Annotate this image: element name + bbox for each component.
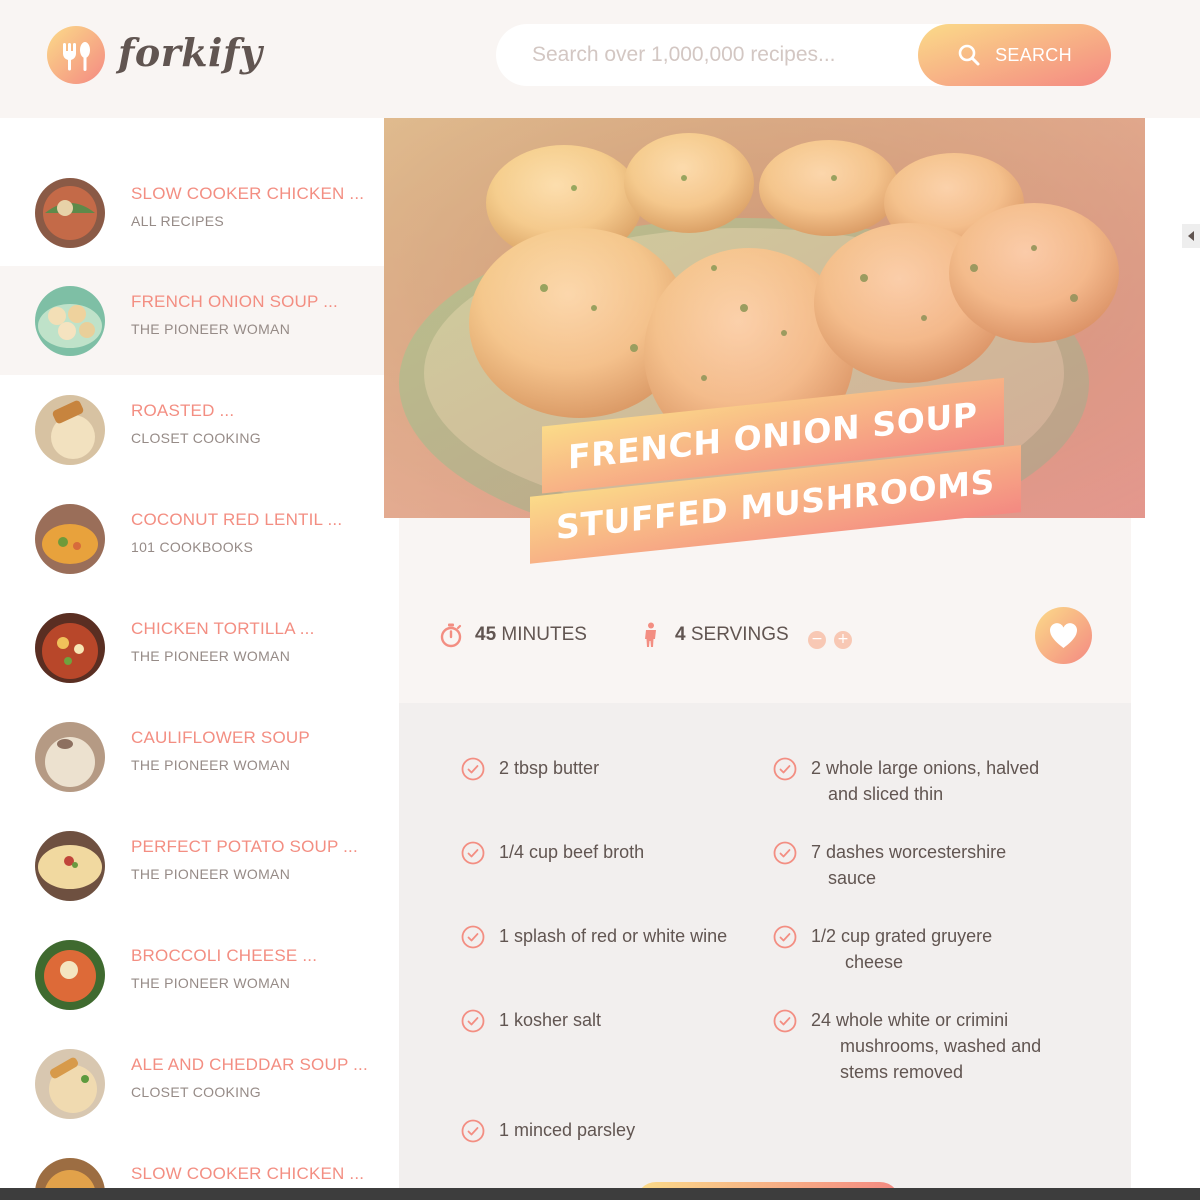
- decrease-servings-button[interactable]: −: [808, 631, 826, 649]
- recipe-details: 45 MINUTES 4 SERVINGS − +: [399, 575, 1131, 703]
- result-thumbnail: [35, 722, 105, 792]
- result-thumbnail: [35, 395, 105, 465]
- result-author: THE PIONEER WOMAN: [131, 975, 291, 991]
- result-title: SLOW COOKER CHICKEN ...: [131, 184, 365, 203]
- result-author: THE PIONEER WOMAN: [131, 648, 291, 664]
- result-thumbnail: [35, 286, 105, 356]
- heart-icon: [1050, 623, 1077, 648]
- result-author: CLOSET COOKING: [131, 430, 261, 446]
- result-title: ALE AND CHEDDAR SOUP ...: [131, 1055, 368, 1074]
- result-title: PERFECT POTATO SOUP ...: [131, 837, 358, 856]
- ingredient-text: 1 minced parsley: [499, 1120, 636, 1140]
- ingredient-text: 24 whole white or crimini: [811, 1010, 1009, 1030]
- stopwatch-icon: [440, 623, 462, 648]
- collapse-arrow-button[interactable]: [1182, 224, 1200, 248]
- search-button-label: SEARCH: [995, 44, 1072, 65]
- servings-unit: SERVINGS: [690, 624, 789, 645]
- check-circle-icon: [773, 841, 797, 865]
- result-title: SLOW COOKER CHICKEN ...: [131, 1164, 365, 1183]
- search-button[interactable]: SEARCH: [918, 24, 1111, 86]
- result-title: CAULIFLOWER SOUP: [131, 728, 310, 747]
- result-item[interactable]: BROCCOLI CHEESE ... THE PIONEER WOMAN: [0, 920, 384, 1029]
- ingredient-text: 1 splash of red or white wine: [499, 926, 728, 946]
- result-thumbnail: [35, 613, 105, 683]
- check-circle-icon: [461, 1119, 485, 1143]
- search-form: SEARCH: [496, 24, 1111, 86]
- ingredient-text-cont: stems removed: [840, 1062, 964, 1082]
- ingredient-text: 1/2 cup grated gruyere: [811, 926, 993, 946]
- check-circle-icon: [773, 757, 797, 781]
- result-item[interactable]: CHICKEN TORTILLA ... THE PIONEER WOMAN: [0, 593, 384, 702]
- result-title: FRENCH ONION SOUP ...: [131, 292, 338, 311]
- check-circle-icon: [773, 1009, 797, 1033]
- result-item[interactable]: SLOW COOKER CHICKEN ... ALL RECIPES: [0, 158, 384, 267]
- result-item[interactable]: ALE AND CHEDDAR SOUP ... CLOSET COOKING: [0, 1029, 384, 1138]
- check-circle-icon: [461, 925, 485, 949]
- result-item[interactable]: COCONUT RED LENTIL ... 101 COOKBOOKS: [0, 484, 384, 593]
- check-circle-icon: [461, 841, 485, 865]
- person-icon: [645, 622, 656, 647]
- ingredient-text-cont: sauce: [828, 868, 877, 888]
- time-value: 45: [475, 624, 497, 645]
- result-title: COCONUT RED LENTIL ...: [131, 510, 343, 529]
- ingredient-text: 1 kosher salt: [499, 1010, 602, 1030]
- fork-knife-icon: [63, 42, 90, 71]
- servings-buttons: − +: [808, 631, 852, 649]
- recipe-servings: 4 SERVINGS: [639, 622, 789, 648]
- result-item[interactable]: PERFECT POTATO SOUP ... THE PIONEER WOMA…: [0, 811, 384, 920]
- check-circle-icon: [461, 1009, 485, 1033]
- result-item[interactable]: CAULIFLOWER SOUP THE PIONEER WOMAN: [0, 702, 384, 811]
- logo-text[interactable]: forkify: [118, 30, 262, 75]
- servings-value: 4: [675, 624, 686, 645]
- result-author: THE PIONEER WOMAN: [131, 757, 291, 773]
- ingredient-text: 1/4 cup beef broth: [499, 842, 645, 862]
- result-item[interactable]: ROASTED ... CLOSET COOKING: [0, 375, 384, 484]
- result-thumbnail: [35, 940, 105, 1010]
- result-author: THE PIONEER WOMAN: [131, 866, 291, 882]
- check-circle-icon: [773, 925, 797, 949]
- result-author: 101 COOKBOOKS: [131, 539, 254, 555]
- header: forkify SEARCH: [0, 0, 1200, 118]
- check-circle-icon: [461, 757, 485, 781]
- result-title: BROCCOLI CHEESE ...: [131, 946, 318, 965]
- bottom-edge-bar: [0, 1188, 1200, 1200]
- recipe-time: 45 MINUTES: [439, 622, 587, 648]
- result-thumbnail: [35, 831, 105, 901]
- ingredient-text-cont: mushrooms, washed and: [840, 1036, 1042, 1056]
- ingredient-list: 2 tbsp butter 2 whole large onions, halv…: [399, 703, 1131, 1200]
- increase-servings-button[interactable]: +: [834, 631, 852, 649]
- ingredient-text: 2 tbsp butter: [499, 758, 600, 778]
- result-thumbnail: [35, 504, 105, 574]
- search-input[interactable]: [532, 24, 912, 86]
- bookmark-button[interactable]: [1035, 607, 1092, 664]
- ingredient-text: 7 dashes worcestershire: [811, 842, 1007, 862]
- chevron-left-icon: [1188, 231, 1194, 241]
- result-title: CHICKEN TORTILLA ...: [131, 619, 315, 638]
- result-thumbnail: [35, 178, 105, 248]
- logo-badge[interactable]: [47, 26, 105, 84]
- result-author: ALL RECIPES: [131, 213, 225, 229]
- result-title: ROASTED ...: [131, 401, 235, 420]
- time-unit: MINUTES: [501, 624, 587, 645]
- result-author: CLOSET COOKING: [131, 1084, 261, 1100]
- search-results-list: SLOW COOKER CHICKEN ... ALL RECIPES FREN…: [0, 118, 384, 1200]
- ingredient-text-cont: and sliced thin: [828, 784, 944, 804]
- result-thumbnail: [35, 1049, 105, 1119]
- result-item-active[interactable]: FRENCH ONION SOUP ... THE PIONEER WOMAN: [0, 266, 384, 375]
- result-author: THE PIONEER WOMAN: [131, 321, 291, 337]
- search-icon: [958, 44, 980, 66]
- ingredient-text-cont: cheese: [845, 952, 904, 972]
- ingredient-text: 2 whole large onions, halved: [811, 758, 1040, 778]
